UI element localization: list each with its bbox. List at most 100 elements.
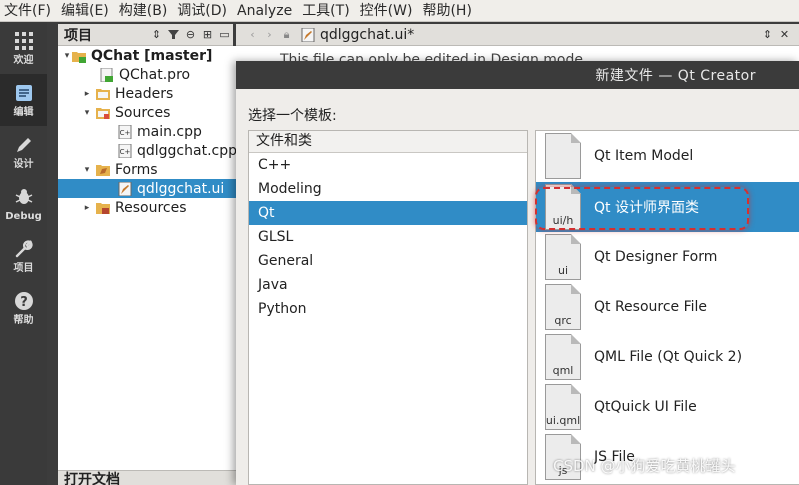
collapse-arrow-icon[interactable]: ▾	[82, 165, 92, 175]
menu-edit[interactable]: 编辑(E)	[57, 0, 115, 22]
template-qt-resource-file[interactable]: qrc Qt Resource File	[536, 282, 799, 332]
menu-widgets[interactable]: 控件(W)	[356, 0, 419, 22]
open-file-tab[interactable]: qdlggchat.ui*	[320, 27, 759, 43]
file-template-icon: qrc	[545, 284, 581, 330]
help-icon: ?	[13, 290, 35, 312]
tree-item-main-cpp[interactable]: C+ main.cpp	[58, 122, 236, 141]
menu-help[interactable]: 帮助(H)	[418, 0, 477, 22]
category-java[interactable]: Java	[249, 273, 527, 297]
filter-icon[interactable]	[165, 26, 182, 44]
view-selector-icon[interactable]: ⇕	[148, 26, 165, 44]
template-qml-file[interactable]: qml QML File (Qt Quick 2)	[536, 332, 799, 382]
ui-file-icon	[118, 181, 132, 196]
project-folder-icon	[72, 49, 86, 63]
category-python[interactable]: Python	[249, 297, 527, 321]
mode-debug[interactable]: Debug	[0, 178, 47, 230]
tree-item-project-root[interactable]: ▾ QChat [master]	[58, 46, 236, 65]
lock-icon: 🔒︎	[283, 27, 290, 41]
tree-item-label: Forms	[115, 161, 158, 178]
tree-item-pro-file[interactable]: QChat.pro	[58, 65, 236, 84]
category-header: 文件和类	[249, 131, 527, 153]
project-tree: ▾ QChat [master] QChat.pro ▸ Headers ▾ S…	[58, 46, 237, 470]
tree-item-label: Sources	[115, 104, 171, 121]
mode-edit[interactable]: 编辑	[0, 74, 47, 126]
close-file-icon[interactable]: ✕	[776, 26, 793, 44]
tree-item-forms[interactable]: ▾ Forms	[58, 160, 236, 179]
file-template-icon: qml	[545, 334, 581, 380]
new-file-dialog: 新建文件 — Qt Creator 选择一个模板: 文件和类 C++ Model…	[236, 61, 799, 485]
tree-item-label: main.cpp	[137, 123, 202, 140]
category-glsl[interactable]: GLSL	[249, 225, 527, 249]
mode-help-label: 帮助	[13, 314, 34, 326]
headers-folder-icon	[96, 87, 110, 101]
tree-item-resources[interactable]: ▸ Resources	[58, 198, 236, 217]
expand-arrow-icon[interactable]: ▸	[82, 89, 92, 99]
tree-item-label: Resources	[115, 199, 187, 216]
forward-icon[interactable]: ›	[261, 26, 278, 44]
mode-welcome-label: 欢迎	[13, 54, 34, 66]
file-template-icon: ui/h	[545, 184, 581, 230]
template-label: Qt Item Model	[594, 148, 694, 164]
tree-item-label: qdlggchat.ui	[137, 180, 225, 197]
template-list: Qt Item Model ui/h Qt 设计师界面类 ui Qt Desig…	[535, 130, 799, 485]
menu-bar: 文件(F) 编辑(E) 构建(B) 调试(D) Analyze 工具(T) 控件…	[0, 0, 799, 22]
close-panel-icon[interactable]: ▭	[216, 26, 233, 44]
dialog-title: 新建文件 — Qt Creator	[236, 61, 799, 89]
template-qt-designer-form[interactable]: ui Qt Designer Form	[536, 232, 799, 282]
file-template-icon: ui.qml	[545, 384, 581, 430]
mode-design-label: 设计	[13, 158, 34, 170]
category-general[interactable]: General	[249, 249, 527, 273]
menu-analyze[interactable]: Analyze	[233, 0, 298, 22]
mode-projects[interactable]: 项目	[0, 230, 47, 282]
template-label: QtQuick UI File	[594, 399, 697, 415]
tree-item-headers[interactable]: ▸ Headers	[58, 84, 236, 103]
back-icon[interactable]: ‹	[244, 26, 261, 44]
tree-item-label: qdlggchat.cpp	[137, 142, 237, 159]
menu-tools[interactable]: 工具(T)	[298, 0, 355, 22]
choose-template-label: 选择一个模板:	[248, 108, 337, 124]
cpp-file-icon: C+	[118, 124, 132, 139]
template-label: QML File (Qt Quick 2)	[594, 349, 743, 365]
pro-file-icon	[100, 67, 114, 82]
template-label: Qt Designer Form	[594, 249, 718, 265]
template-qt-designer-class[interactable]: ui/h Qt 设计师界面类	[536, 182, 799, 232]
category-list: 文件和类 C++ Modeling Qt GLSL General Java P…	[248, 130, 528, 485]
mode-welcome[interactable]: 欢迎	[0, 22, 47, 74]
tree-item-sources[interactable]: ▾ Sources	[58, 103, 236, 122]
pencil-icon	[13, 134, 35, 156]
category-cpp[interactable]: C++	[249, 153, 527, 177]
collapse-arrow-icon[interactable]: ▾	[82, 108, 92, 118]
template-qt-item-model[interactable]: Qt Item Model	[536, 131, 799, 181]
project-panel-header: 项目 ⇕ ⊖ ⊞ ▭	[58, 24, 233, 46]
grid-icon	[13, 30, 35, 52]
menu-build[interactable]: 构建(B)	[115, 0, 174, 22]
bug-icon	[13, 186, 35, 208]
menu-file[interactable]: 文件(F)	[0, 0, 57, 22]
category-qt[interactable]: Qt	[249, 201, 527, 225]
svg-text:?: ?	[20, 295, 28, 310]
tree-item-qdlggchat-cpp[interactable]: C+ qdlggchat.cpp	[58, 141, 237, 160]
forms-folder-icon	[96, 163, 110, 177]
menu-debug[interactable]: 调试(D)	[173, 0, 233, 22]
link-icon[interactable]: ⊖	[182, 26, 199, 44]
editor-toolbar: ‹ › 🔒︎ qdlggchat.ui* ⇕ ✕	[236, 24, 799, 46]
split-icon[interactable]: ⊞	[199, 26, 216, 44]
tree-item-label: QChat [master]	[91, 47, 213, 64]
template-label: Qt Resource File	[594, 299, 708, 315]
cpp-file-icon: C+	[118, 143, 132, 158]
tree-item-qdlggchat-ui[interactable]: qdlggchat.ui	[58, 179, 236, 198]
file-list-dropdown-icon[interactable]: ⇕	[759, 26, 776, 44]
tree-item-label: QChat.pro	[119, 66, 191, 83]
mode-design[interactable]: 设计	[0, 126, 47, 178]
template-qtquick-ui-file[interactable]: ui.qml QtQuick UI File	[536, 382, 799, 432]
collapse-arrow-icon[interactable]: ▾	[62, 51, 72, 61]
svg-text:C+: C+	[120, 148, 131, 156]
file-template-icon	[545, 133, 581, 179]
expand-arrow-icon[interactable]: ▸	[82, 203, 92, 213]
ui-file-icon	[301, 27, 315, 42]
mode-edit-label: 编辑	[13, 106, 34, 118]
mode-help[interactable]: ? 帮助	[0, 282, 47, 334]
category-modeling[interactable]: Modeling	[249, 177, 527, 201]
tree-item-label: Headers	[115, 85, 174, 102]
wrench-icon	[13, 238, 35, 260]
